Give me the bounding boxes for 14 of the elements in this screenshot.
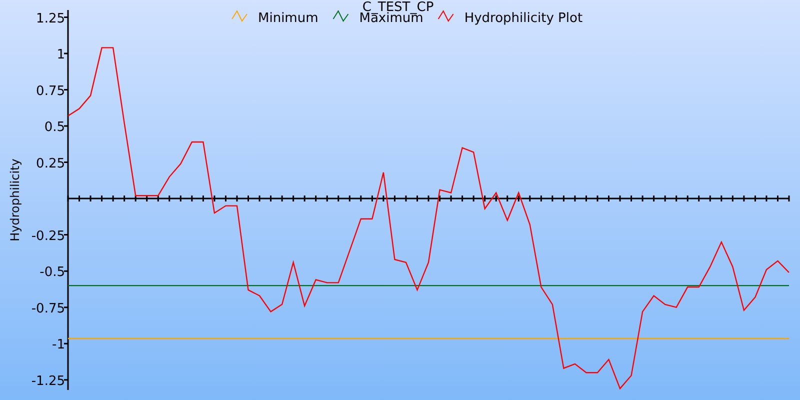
y-tick-label: -0.75 [31, 301, 65, 316]
y-tick-label: 0.75 [36, 84, 65, 99]
legend-label: Minimum [258, 11, 318, 26]
y-tick-label: 1 [56, 48, 65, 62]
y-tick-label: 0.5 [44, 120, 65, 136]
legend-label: Maximum [359, 11, 424, 26]
y-tick-label: 0.25 [36, 156, 65, 172]
y-tick-label: 1.25 [36, 11, 65, 26]
legend-label: Hydrophilicity Plot [464, 11, 583, 26]
y-axis-label: Hydrophilicity [8, 158, 22, 242]
y-tick-label: -1.25 [31, 374, 65, 389]
y-tick-label: -1 [52, 338, 65, 353]
y-tick-label: -0.25 [31, 228, 65, 244]
y-tick-label: -0.5 [40, 265, 65, 280]
